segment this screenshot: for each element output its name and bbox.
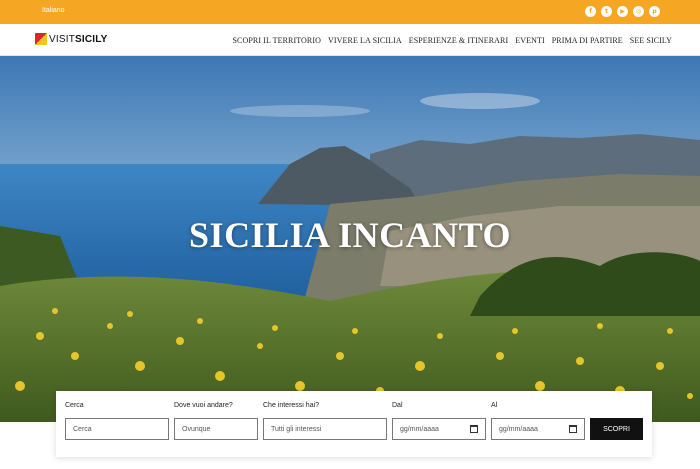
search-panel: Cerca Cerca Dove vuoi andare? Ovunque Ch… bbox=[56, 391, 652, 457]
dove-select[interactable]: Ovunque bbox=[174, 418, 258, 440]
interessi-value: Tutti gli interessi bbox=[271, 425, 322, 433]
top-bar: Italiano f t ▶ ◎ p bbox=[0, 0, 700, 24]
nav-item-eventi[interactable]: EVENTI bbox=[515, 36, 544, 45]
cerca-placeholder: Cerca bbox=[73, 425, 92, 433]
nav-item-prima-di-partire[interactable]: PRIMA DI PARTIRE bbox=[552, 36, 623, 45]
social-links: f t ▶ ◎ p bbox=[585, 6, 660, 17]
nav-menu: SCOPRI IL TERRITORIO VIVERE LA SICILIA E… bbox=[232, 36, 672, 45]
nav-item-see-sicily[interactable]: SEE SICILY bbox=[630, 36, 672, 45]
al-label: Al bbox=[491, 402, 498, 409]
nav-item-esperienze-itinerari[interactable]: ESPERIENZE & ITINERARI bbox=[409, 36, 509, 45]
site-logo[interactable]: VISITSICILY bbox=[35, 33, 108, 45]
trinacria-logo-icon bbox=[35, 33, 47, 45]
cerca-label: Cerca bbox=[65, 402, 84, 409]
dove-label: Dove vuoi andare? bbox=[174, 402, 233, 409]
main-navigation: VISITSICILY SCOPRI IL TERRITORIO VIVERE … bbox=[0, 24, 700, 56]
calendar-icon[interactable] bbox=[569, 425, 577, 433]
youtube-icon[interactable]: ▶ bbox=[617, 6, 628, 17]
nav-item-vivere-sicilia[interactable]: VIVERE LA SICILIA bbox=[328, 36, 402, 45]
instagram-icon[interactable]: ◎ bbox=[633, 6, 644, 17]
logo-text-visit: VISIT bbox=[49, 33, 76, 45]
al-placeholder: gg/mm/aaaa bbox=[499, 425, 538, 433]
dal-label: Dal bbox=[392, 402, 403, 409]
dal-placeholder: gg/mm/aaaa bbox=[400, 425, 439, 433]
al-date-input[interactable]: gg/mm/aaaa bbox=[491, 418, 585, 440]
calendar-icon[interactable] bbox=[470, 425, 478, 433]
interessi-label: Che interessi hai? bbox=[263, 402, 320, 409]
pinterest-icon[interactable]: p bbox=[649, 6, 660, 17]
twitter-icon[interactable]: t bbox=[601, 6, 612, 17]
hero-banner: SICILIA INCANTO bbox=[0, 56, 700, 422]
scopri-button[interactable]: SCOPRI bbox=[590, 418, 643, 440]
cerca-input[interactable]: Cerca bbox=[65, 418, 169, 440]
dove-value: Ovunque bbox=[182, 425, 211, 433]
dal-date-input[interactable]: gg/mm/aaaa bbox=[392, 418, 486, 440]
interessi-select[interactable]: Tutti gli interessi bbox=[263, 418, 387, 440]
logo-text-sicily: SICILY bbox=[75, 33, 108, 45]
nav-item-scopri-territorio[interactable]: SCOPRI IL TERRITORIO bbox=[232, 36, 321, 45]
hero-title: SICILIA INCANTO bbox=[189, 215, 511, 255]
facebook-icon[interactable]: f bbox=[585, 6, 596, 17]
language-selector[interactable]: Italiano bbox=[42, 7, 65, 14]
